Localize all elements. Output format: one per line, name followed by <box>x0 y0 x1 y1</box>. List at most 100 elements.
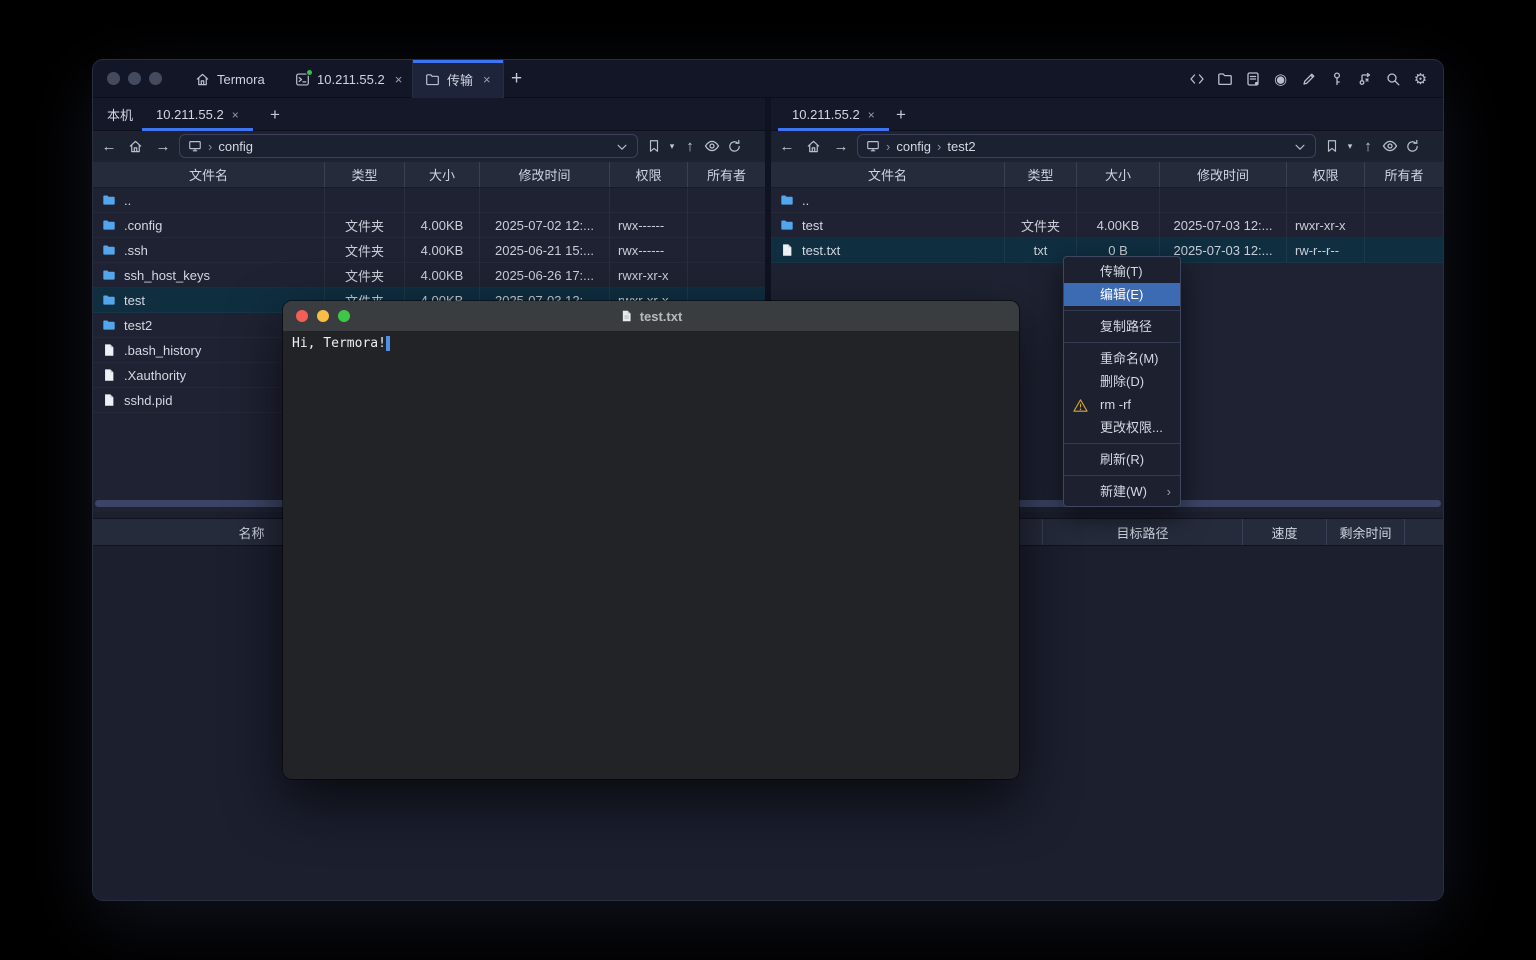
file-icon <box>780 243 794 257</box>
col-owner[interactable]: 所有者 <box>1365 162 1443 187</box>
settings-icon[interactable]: ⚙ <box>1412 71 1429 88</box>
new-panel-tab-button[interactable]: + <box>270 98 280 131</box>
close-tab-icon[interactable]: × <box>483 72 491 87</box>
tab-session[interactable]: 10.211.55.2 × <box>283 60 414 98</box>
tab-remote-left[interactable]: 10.211.55.2 × <box>142 98 253 131</box>
back-icon[interactable]: ← <box>777 132 797 160</box>
editor-window-controls <box>296 310 350 322</box>
bookmark-icon[interactable] <box>644 132 664 160</box>
close-tab-icon[interactable]: × <box>232 108 239 122</box>
path-segment[interactable]: test2 <box>947 139 975 154</box>
menu-item-delete[interactable]: 删除(D) <box>1064 370 1180 393</box>
transfer-col-speed[interactable]: 速度 <box>1243 519 1327 545</box>
code-icon[interactable] <box>1188 71 1205 88</box>
col-owner[interactable]: 所有者 <box>688 162 765 187</box>
keychain-icon[interactable] <box>1356 71 1373 88</box>
menu-item-rename[interactable]: 重命名(M) <box>1064 347 1180 370</box>
chevron-down-icon[interactable] <box>1293 140 1307 157</box>
record-icon[interactable]: ◉ <box>1272 71 1289 88</box>
show-hidden-icon[interactable] <box>1380 132 1400 160</box>
right-file-rows: .. test 文件夹 4.00KB 2025-07-03 12:... rwx… <box>771 188 1443 263</box>
col-size[interactable]: 大小 <box>405 162 480 187</box>
folder-icon <box>102 293 116 307</box>
tab-transfer[interactable]: 传输 × <box>412 60 504 98</box>
menu-item-copy-path[interactable]: 复制路径 <box>1064 315 1180 338</box>
col-mtime[interactable]: 修改时间 <box>1160 162 1287 187</box>
file-row[interactable]: .config 文件夹 4.00KB 2025-07-02 12:... rwx… <box>93 213 765 238</box>
home-nav-icon[interactable] <box>803 132 823 160</box>
path-field-right[interactable]: › config › test2 <box>857 134 1316 158</box>
forward-icon[interactable]: → <box>153 132 173 160</box>
file-row[interactable]: ssh_host_keys 文件夹 4.00KB 2025-06-26 17:.… <box>93 263 765 288</box>
forward-icon[interactable]: → <box>831 132 851 160</box>
show-hidden-icon[interactable] <box>702 132 722 160</box>
bookmark-icon[interactable] <box>1322 132 1342 160</box>
search-icon[interactable] <box>1384 71 1401 88</box>
tab-remote-right[interactable]: 10.211.55.2 × <box>778 98 889 131</box>
transfer-col-target[interactable]: 目标路径 <box>1043 519 1243 545</box>
path-segment[interactable]: config <box>896 139 931 154</box>
tab-home[interactable]: Termora <box>183 60 277 98</box>
new-tab-button[interactable]: + <box>511 60 522 98</box>
zoom-button[interactable] <box>338 310 350 322</box>
key-icon[interactable] <box>1328 71 1345 88</box>
zoom-button[interactable] <box>149 72 162 85</box>
folder-icon <box>102 243 116 257</box>
new-panel-tab-button[interactable]: + <box>896 98 906 131</box>
transfer-col-extra[interactable] <box>1405 519 1443 545</box>
menu-item-refresh[interactable]: 刷新(R) <box>1064 448 1180 471</box>
close-tab-icon[interactable]: × <box>868 108 875 122</box>
left-table-header: 文件名 类型 大小 修改时间 权限 所有者 <box>93 162 765 188</box>
col-filename[interactable]: 文件名 <box>93 162 325 187</box>
chevron-down-icon[interactable] <box>615 140 629 157</box>
folder-icon <box>102 193 116 207</box>
transfer-col-eta[interactable]: 剩余时间 <box>1327 519 1405 545</box>
file-name: .bash_history <box>124 343 201 358</box>
terminal-icon <box>295 72 310 87</box>
col-perm[interactable]: 权限 <box>1287 162 1365 187</box>
col-size[interactable]: 大小 <box>1077 162 1160 187</box>
menu-item-new[interactable]: 新建(W) › <box>1064 480 1180 503</box>
refresh-icon[interactable] <box>724 132 744 160</box>
path-segment[interactable]: config <box>218 139 253 154</box>
path-field-left[interactable]: › config <box>179 134 638 158</box>
col-perm[interactable]: 权限 <box>610 162 688 187</box>
file-row[interactable]: .. <box>93 188 765 213</box>
file-row[interactable]: .. <box>771 188 1443 213</box>
left-panel-tabs: 本机 10.211.55.2 × + <box>93 98 765 131</box>
editor-content[interactable]: Hi, Termora! <box>283 331 1019 779</box>
file-name: .. <box>124 193 131 208</box>
col-mtime[interactable]: 修改时间 <box>480 162 610 187</box>
bookmark-caret-icon[interactable]: ▾ <box>1344 132 1356 160</box>
file-name: test.txt <box>802 243 840 258</box>
file-row[interactable]: .ssh 文件夹 4.00KB 2025-06-21 15:... rwx---… <box>93 238 765 263</box>
tab-local[interactable]: 本机 <box>93 98 147 131</box>
file-name: .. <box>802 193 809 208</box>
menu-item-edit[interactable]: 编辑(E) <box>1064 283 1180 306</box>
up-directory-icon[interactable]: ↑ <box>1358 132 1378 160</box>
back-icon[interactable]: ← <box>99 132 119 160</box>
col-filename[interactable]: 文件名 <box>771 162 1005 187</box>
close-button[interactable] <box>296 310 308 322</box>
menu-item-label: rm -rf <box>1100 397 1131 412</box>
col-type[interactable]: 类型 <box>325 162 405 187</box>
log-icon[interactable] <box>1244 71 1261 88</box>
path-separator: › <box>208 139 212 154</box>
edit-icon[interactable] <box>1300 71 1317 88</box>
menu-item-rm-rf[interactable]: rm -rf <box>1064 393 1180 416</box>
folder-icon[interactable] <box>1216 71 1233 88</box>
menu-item-chmod[interactable]: 更改权限... <box>1064 416 1180 439</box>
file-row[interactable]: test 文件夹 4.00KB 2025-07-03 12:... rwxr-x… <box>771 213 1443 238</box>
menu-item-transfer[interactable]: 传输(T) <box>1064 260 1180 283</box>
minimize-button[interactable] <box>317 310 329 322</box>
refresh-icon[interactable] <box>1402 132 1422 160</box>
bookmark-caret-icon[interactable]: ▾ <box>666 132 678 160</box>
minimize-button[interactable] <box>128 72 141 85</box>
document-icon <box>620 309 633 323</box>
close-tab-icon[interactable]: × <box>395 72 403 87</box>
home-nav-icon[interactable] <box>125 132 145 160</box>
col-type[interactable]: 类型 <box>1005 162 1077 187</box>
up-directory-icon[interactable]: ↑ <box>680 132 700 160</box>
file-name: .ssh <box>124 243 148 258</box>
close-button[interactable] <box>107 72 120 85</box>
